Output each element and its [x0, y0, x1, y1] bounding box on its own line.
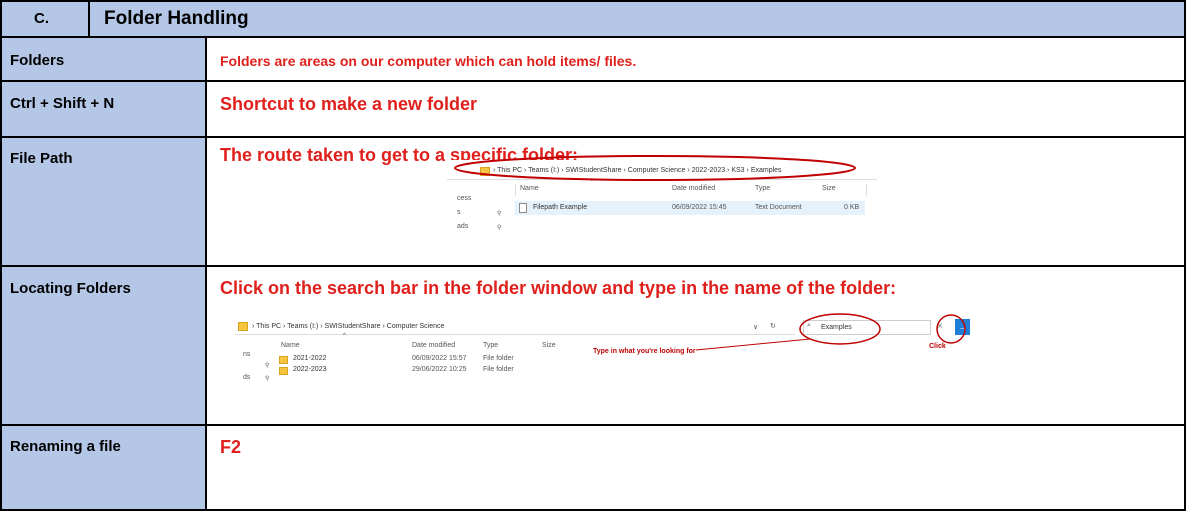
file-row[interactable]: Filepath Example 06/09/2022 15:45 Text D… [515, 201, 865, 215]
row-label-file-path: File Path [10, 150, 73, 167]
section-title: Folder Handling [104, 8, 249, 29]
column-name[interactable]: Name [281, 342, 300, 349]
column-date[interactable]: Date modified [412, 342, 455, 349]
column-size[interactable]: Size [542, 342, 556, 349]
folder-name: 2021-2022 [293, 355, 327, 362]
column-divider [515, 184, 516, 196]
nav-pane-item[interactable]: cess [457, 195, 471, 202]
folder-type: File folder [483, 355, 514, 362]
folder-date: 06/09/2022 15:57 [412, 355, 467, 362]
file-size: 0 KB [844, 204, 860, 211]
row-label-locating: Locating Folders [10, 280, 131, 297]
column-type[interactable]: Type [755, 185, 770, 192]
text-file-icon [519, 203, 527, 213]
pin-icon: ⚲ [265, 376, 270, 382]
nav-pane-item[interactable]: ds [243, 374, 250, 381]
pin-icon: ⚲ [497, 225, 502, 231]
file-type: Text Document [755, 204, 802, 211]
column-size[interactable]: Size [822, 185, 836, 192]
folder-name: 2022-2023 [293, 366, 327, 373]
folder-type: File folder [483, 366, 514, 373]
folders-definition: Folders are areas on our computer which … [220, 53, 637, 69]
shortcut-definition: Shortcut to make a new folder [220, 94, 478, 114]
row-label-folders: Folders [10, 52, 65, 69]
nav-pane-item[interactable]: s [457, 209, 461, 216]
pin-icon: ⚲ [265, 363, 270, 369]
list-item[interactable]: 2022-2023 29/06/2022 10:25 File folder [279, 365, 579, 377]
file-date: 06/09/2022 15:45 [672, 204, 727, 211]
sort-caret-icon: ^ [343, 333, 346, 339]
column-type[interactable]: Type [483, 342, 498, 349]
folder-icon [279, 356, 288, 364]
row-label-shortcut: Ctrl + Shift + N [10, 95, 115, 112]
section-letter: C. [34, 10, 49, 27]
row-label-renaming: Renaming a file [10, 438, 121, 455]
folder-date: 29/06/2022 10:25 [412, 366, 467, 373]
column-divider [866, 184, 867, 196]
search-annotation-marks [695, 313, 966, 351]
pin-icon: ⚲ [497, 211, 502, 217]
nav-pane-item[interactable]: ns [243, 351, 250, 358]
locating-definition: Click on the search bar in the folder wi… [220, 278, 897, 298]
column-name[interactable]: Name [520, 185, 539, 192]
nav-pane-item[interactable]: ads [457, 223, 468, 230]
file-name: Filepath Example [533, 204, 588, 211]
column-date[interactable]: Date modified [672, 185, 715, 192]
renaming-definition: F2 [220, 437, 242, 457]
folder-icon [279, 367, 288, 375]
path-highlight-ellipse [454, 155, 856, 181]
